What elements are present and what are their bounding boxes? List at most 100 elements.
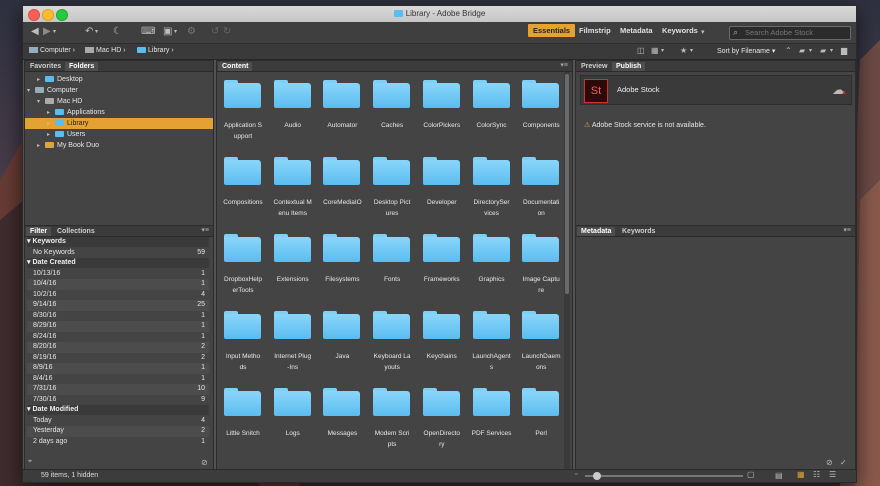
folder-thumbnail[interactable]: Developer	[418, 149, 466, 225]
view-mode-dropdown-icon[interactable]: ▾	[661, 47, 664, 54]
content-scroll-thumb[interactable]	[565, 74, 569, 294]
folder-thumbnail[interactable]: Java	[318, 303, 366, 379]
folder-thumbnail[interactable]: Desktop Pict ures	[368, 149, 416, 225]
thumbnail-size-slider[interactable]	[585, 472, 743, 480]
content-scrollbar[interactable]	[564, 72, 570, 469]
tab-preview[interactable]: Preview	[577, 62, 611, 71]
breadcrumb-library[interactable]: Library ›	[137, 47, 174, 54]
filter-row[interactable]: 10/13/16 1	[27, 269, 209, 280]
breadcrumb-computer[interactable]: Computer ›	[29, 47, 75, 54]
rating-dropdown-icon[interactable]: ▾	[690, 47, 693, 54]
filter-row[interactable]: 8/4/16 1	[27, 374, 209, 385]
folder-thumbnail[interactable]: Graphics	[468, 226, 516, 302]
date-modified-filter-header[interactable]: ▾ Date Modified	[27, 405, 209, 415]
zoom-out-icon[interactable]: ▫	[575, 471, 577, 478]
adobe-stock-service-row[interactable]: St Adobe Stock ☁ ▲	[580, 75, 852, 105]
quality-toggle-icon[interactable]: ◫	[637, 46, 645, 55]
folder-thumbnail[interactable]: LaunchAgent s	[468, 303, 516, 379]
folder-thumbnail[interactable]: Automator	[318, 72, 366, 148]
pin-icon[interactable]: ⌖	[28, 458, 32, 466]
boomerang-icon[interactable]: ☾	[113, 26, 122, 38]
folder-thumbnail[interactable]: Input Metho ds	[219, 303, 267, 379]
folder-tree-item[interactable]: ▾ Mac HD	[25, 96, 213, 107]
history-dropdown-icon[interactable]: ▾	[53, 26, 56, 38]
rating-filter-icon[interactable]: ★	[680, 46, 687, 55]
trash-icon[interactable]: ▆	[841, 46, 847, 55]
forward-arrow-icon[interactable]: ▶	[43, 26, 51, 38]
folder-thumbnail[interactable]: Audio	[269, 72, 317, 148]
folder-thumbnail[interactable]: DirectorySer vices	[468, 149, 516, 225]
folder-thumbnail[interactable]: LaunchDaem ons	[517, 303, 565, 379]
folder-thumbnail[interactable]: Caches	[368, 72, 416, 148]
apply-metadata-icon[interactable]: ✓	[840, 458, 847, 467]
folder-tree-item[interactable]: ▸ Library	[25, 118, 213, 129]
view-list-icon[interactable]: ☰	[829, 470, 836, 479]
workspace-keywords[interactable]: Keywords	[662, 26, 698, 35]
clear-filter-icon[interactable]: ⊘	[201, 458, 208, 467]
filter-row[interactable]: 8/30/16 1	[27, 311, 209, 322]
folder-thumbnail[interactable]: OpenDirecto ry	[418, 380, 466, 456]
view-thumbnails-icon[interactable]: ▦	[797, 470, 805, 479]
folder-thumbnail[interactable]: Image Captu re	[517, 226, 565, 302]
tab-keywords[interactable]: Keywords	[618, 227, 659, 236]
folder-thumbnail[interactable]: Perl	[517, 380, 565, 456]
filter-row[interactable]: Today 4	[27, 416, 209, 427]
folder-tree-item[interactable]: ▸ My Book Duo	[25, 140, 213, 151]
workspace-metadata[interactable]: Metadata	[620, 26, 653, 35]
folder-thumbnail[interactable]: CoreMediaIO	[318, 149, 366, 225]
reveal-recent-icon[interactable]: ↶	[85, 26, 93, 38]
panel-menu-icon[interactable]: ▾≡	[560, 61, 568, 69]
folder-thumbnail[interactable]: ColorSync	[468, 72, 516, 148]
view-mode-icon[interactable]: ▦	[651, 46, 659, 55]
filter-row[interactable]: 7/30/16 9	[27, 395, 209, 406]
slider-knob[interactable]	[593, 472, 601, 480]
folder-tree-item[interactable]: ▸ Users	[25, 129, 213, 140]
workspace-filmstrip[interactable]: Filmstrip	[579, 26, 611, 35]
rotate-right-icon[interactable]: ↻	[223, 26, 231, 38]
clear-metadata-icon[interactable]: ⊘	[826, 458, 833, 467]
folder-thumbnail[interactable]: Little Snitch	[219, 380, 267, 456]
filter-row[interactable]: 7/31/16 10	[27, 384, 209, 395]
tab-collections[interactable]: Collections	[53, 227, 99, 236]
filter-row[interactable]: No Keywords 59	[27, 248, 209, 259]
panel-menu-icon[interactable]: ▾≡	[843, 226, 851, 234]
folder-thumbnail[interactable]: Contextual M enu Items	[269, 149, 317, 225]
view-details-icon[interactable]: ☷	[813, 470, 820, 479]
tab-content[interactable]: Content	[218, 62, 253, 71]
sort-dropdown[interactable]: Sort by Filename ▾	[717, 47, 775, 55]
settings-gear-icon[interactable]: ⚙	[187, 26, 196, 38]
disclosure-arrow-icon[interactable]: ▸	[37, 141, 45, 152]
folder-thumbnail[interactable]: Application S upport	[219, 72, 267, 148]
lock-thumbnail-grid-icon[interactable]: ▤	[775, 471, 783, 480]
workspace-essentials[interactable]: Essentials	[528, 24, 576, 37]
filter-row[interactable]: 10/4/16 1	[27, 279, 209, 290]
tab-folders[interactable]: Folders	[65, 62, 99, 71]
new-folder-icon[interactable]: ▰	[799, 46, 805, 55]
folder-thumbnail[interactable]: Components	[517, 72, 565, 148]
open-folder-icon[interactable]: ▰	[820, 46, 826, 55]
tab-filter[interactable]: Filter	[26, 227, 52, 236]
workspace-menu-icon[interactable]: ▾	[701, 27, 705, 39]
folder-thumbnail[interactable]: Fonts	[368, 226, 416, 302]
folder-thumbnail[interactable]: Internet Plug -Ins	[269, 303, 317, 379]
tab-publish[interactable]: Publish	[612, 62, 646, 71]
filter-row[interactable]: 10/2/16 4	[27, 290, 209, 301]
folder-tree-item[interactable]: ▸ Applications	[25, 107, 213, 118]
filter-row[interactable]: Yesterday 2	[27, 426, 209, 437]
folder-thumbnail[interactable]: Keychains	[418, 303, 466, 379]
tab-favorites[interactable]: Favorites	[26, 62, 65, 71]
folder-thumbnail[interactable]: Extensions	[269, 226, 317, 302]
filter-row[interactable]: 8/29/16 1	[27, 321, 209, 332]
folder-tree-item[interactable]: ▾ Computer	[25, 85, 213, 96]
refine-dropdown-icon[interactable]: ▾	[174, 26, 177, 38]
folder-thumbnail[interactable]: ColorPickers	[418, 72, 466, 148]
tab-metadata[interactable]: Metadata	[577, 227, 616, 236]
recent-dropdown-icon[interactable]: ▾	[95, 26, 98, 38]
filter-row[interactable]: 8/20/16 2	[27, 342, 209, 353]
filter-row[interactable]: 8/19/16 2	[27, 353, 209, 364]
date-created-filter-header[interactable]: ▾ Date Created	[27, 258, 209, 268]
breadcrumb-mac-hd[interactable]: Mac HD ›	[85, 47, 126, 54]
panel-menu-icon[interactable]: ▾≡	[201, 226, 209, 234]
filter-row[interactable]: 8/9/16 1	[27, 363, 209, 374]
rotate-left-icon[interactable]: ↺	[211, 26, 219, 38]
